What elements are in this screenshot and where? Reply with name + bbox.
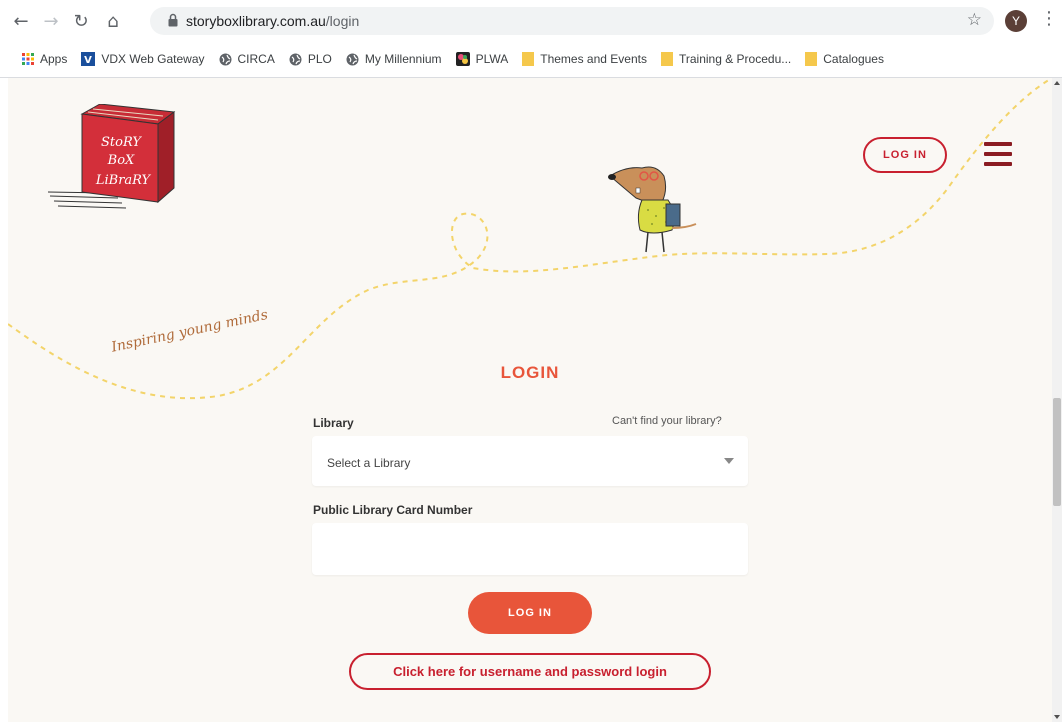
reload-icon[interactable]: ↻ — [68, 8, 94, 34]
browser-toolbar: ← → ↻ ⌂ storyboxlibrary.com.au/login ☆ Y… — [0, 0, 1062, 44]
svg-text:BoX: BoX — [107, 153, 135, 168]
chevron-down-icon — [724, 458, 734, 464]
globe-icon — [219, 53, 232, 66]
story-box-library-logo: StoRY BoX LiBraRY — [48, 104, 176, 209]
folder-icon — [522, 52, 535, 66]
login-title: LOGIN — [500, 363, 560, 382]
card-number-input[interactable] — [312, 523, 748, 575]
page-content: StoRY BoX LiBraRY LOG IN Inspiring young… — [8, 78, 1052, 722]
header-login-button[interactable]: LOG IN — [863, 137, 947, 173]
svg-text:LiBraRY: LiBraRY — [95, 173, 152, 188]
scroll-down-arrow-icon[interactable] — [1054, 715, 1060, 719]
globe-icon — [289, 53, 302, 66]
mole-mascot-illustration — [608, 166, 697, 253]
scrollbar-thumb[interactable] — [1053, 398, 1061, 506]
bookmark-circa[interactable]: CIRCA — [219, 52, 275, 66]
login-submit-button[interactable]: LOG IN — [468, 592, 592, 634]
cant-find-library-link[interactable]: Can't find your library? — [612, 415, 722, 427]
username-password-login-button[interactable]: Click here for username and password log… — [349, 653, 711, 690]
bookmark-plo[interactable]: PLO — [289, 52, 332, 66]
card-number-label: Public Library Card Number — [313, 503, 473, 517]
vdx-icon: V — [81, 52, 96, 66]
back-arrow-icon[interactable]: ← — [8, 8, 34, 34]
lock-icon — [168, 13, 178, 27]
bookmark-folder-themes[interactable]: Themes and Events — [522, 52, 647, 66]
browser-menu-icon[interactable]: ⋮ — [1040, 8, 1058, 29]
page-scrollbar[interactable] — [1052, 78, 1062, 722]
home-icon[interactable]: ⌂ — [100, 8, 126, 34]
address-bar[interactable]: storyboxlibrary.com.au/login ☆ — [150, 7, 994, 35]
hamburger-menu-icon[interactable] — [984, 142, 1012, 168]
svg-text:V: V — [84, 55, 92, 66]
forward-arrow-icon[interactable]: → — [38, 8, 64, 34]
bookmark-apps[interactable]: Apps — [22, 52, 67, 66]
bookmark-folder-training[interactable]: Training & Procedu... — [660, 52, 791, 66]
folder-icon — [805, 52, 818, 66]
library-label: Library — [313, 416, 354, 430]
globe-icon — [346, 53, 359, 66]
browser-chrome: ← → ↻ ⌂ storyboxlibrary.com.au/login ☆ Y… — [0, 0, 1062, 78]
bookmark-plwa[interactable]: PLWA — [455, 52, 508, 66]
library-select-value: Select a Library — [327, 456, 411, 470]
bookmark-vdx[interactable]: V VDX Web Gateway — [81, 52, 205, 66]
url-text: storyboxlibrary.com.au/login — [186, 13, 360, 29]
profile-avatar[interactable]: Y — [1005, 10, 1027, 32]
bookmark-folder-catalogues[interactable]: Catalogues — [805, 52, 884, 66]
scroll-up-arrow-icon[interactable] — [1054, 81, 1060, 85]
apps-grid-icon — [22, 53, 34, 65]
bookmark-star-icon[interactable]: ☆ — [967, 10, 982, 30]
bookmark-my-millennium[interactable]: My Millennium — [346, 52, 442, 66]
library-select[interactable]: Select a Library — [312, 436, 748, 486]
folder-icon — [660, 52, 673, 66]
svg-text:StoRY: StoRY — [101, 135, 142, 150]
bookmarks-bar: Apps V VDX Web Gateway CIRCA PLO My Mill… — [0, 45, 1062, 73]
plwa-icon — [455, 52, 470, 66]
